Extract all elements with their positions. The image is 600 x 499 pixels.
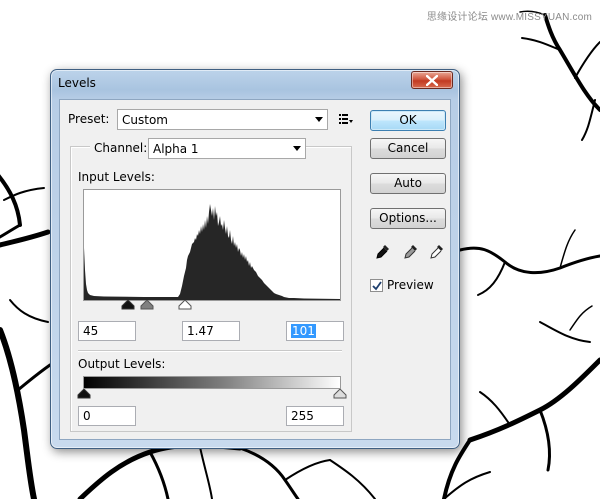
black-output-slider[interactable]: [77, 389, 91, 399]
ok-button[interactable]: OK: [370, 110, 446, 131]
preset-select[interactable]: Custom: [117, 109, 328, 130]
white-point-eyedropper-icon[interactable]: [430, 244, 444, 260]
separator: [78, 350, 342, 352]
title-bar[interactable]: Levels: [51, 70, 459, 96]
chevron-down-icon: [293, 146, 301, 151]
preset-value: Custom: [122, 113, 168, 127]
input-black-field[interactable]: 45: [78, 321, 136, 341]
output-gradient-bar: [83, 376, 341, 389]
watermark-text: 思缘设计论坛 www.MISSYUAN.com: [426, 12, 592, 23]
preview-label: Preview: [387, 278, 434, 292]
auto-button[interactable]: Auto: [370, 173, 446, 194]
output-white-field[interactable]: 255: [286, 406, 344, 426]
gamma-input-slider[interactable]: [140, 300, 154, 310]
preset-options-menu-icon[interactable]: [339, 114, 353, 125]
input-levels-label: Input Levels:: [78, 170, 155, 184]
preview-checkbox[interactable]: [370, 279, 383, 292]
black-point-eyedropper-icon[interactable]: [376, 244, 390, 260]
output-black-field[interactable]: 0: [78, 406, 136, 426]
levels-dialog: Levels Preset: Custom Channel: Alpha 1 I…: [50, 69, 460, 449]
histogram: [83, 189, 341, 301]
checkmark-icon: [372, 281, 382, 291]
output-levels-label: Output Levels:: [78, 357, 166, 371]
close-icon: [426, 74, 438, 86]
dialog-content: Preset: Custom Channel: Alpha 1 Input Le…: [59, 99, 451, 440]
white-input-slider[interactable]: [178, 300, 192, 310]
options-button[interactable]: Options...: [370, 208, 446, 229]
close-button[interactable]: [411, 71, 453, 89]
black-input-slider[interactable]: [121, 300, 135, 310]
histogram-graph: [84, 204, 340, 300]
cancel-button[interactable]: Cancel: [370, 138, 446, 159]
channel-value: Alpha 1: [153, 142, 199, 156]
dialog-title: Levels: [58, 76, 96, 90]
input-white-value: 101: [291, 324, 316, 338]
channel-select[interactable]: Alpha 1: [148, 138, 306, 159]
gray-point-eyedropper-icon[interactable]: [404, 244, 418, 260]
white-output-slider[interactable]: [333, 389, 347, 399]
preset-label: Preset:: [68, 112, 110, 126]
input-white-field[interactable]: 101: [286, 321, 344, 341]
input-gamma-field[interactable]: 1.47: [182, 321, 240, 341]
chevron-down-icon: [315, 117, 323, 122]
channel-label: Channel:: [90, 141, 152, 155]
